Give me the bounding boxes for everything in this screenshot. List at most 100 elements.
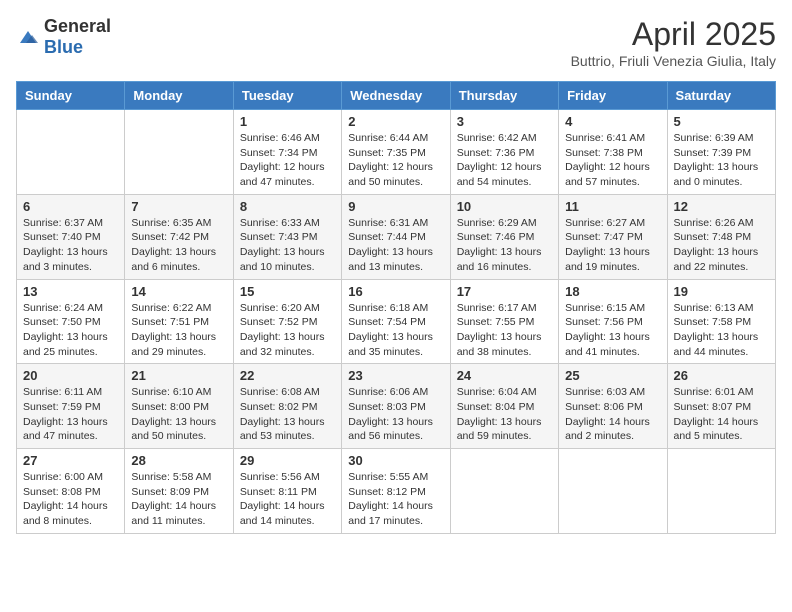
calendar-header-row: SundayMondayTuesdayWednesdayThursdayFrid…: [17, 82, 776, 110]
day-info: Sunrise: 6:15 AM Sunset: 7:56 PM Dayligh…: [565, 301, 660, 360]
calendar-week-row: 1 Sunrise: 6:46 AM Sunset: 7:34 PM Daylig…: [17, 110, 776, 195]
day-info: Sunrise: 6:24 AM Sunset: 7:50 PM Dayligh…: [23, 301, 118, 360]
day-number: 21: [131, 368, 226, 383]
day-info: Sunrise: 6:33 AM Sunset: 7:43 PM Dayligh…: [240, 216, 335, 275]
calendar-cell: 26 Sunrise: 6:01 AM Sunset: 8:07 PM Dayli…: [667, 364, 775, 449]
calendar-cell: 1 Sunrise: 6:46 AM Sunset: 7:34 PM Daylig…: [233, 110, 341, 195]
calendar-cell: [125, 110, 233, 195]
calendar-cell: 18 Sunrise: 6:15 AM Sunset: 7:56 PM Dayli…: [559, 279, 667, 364]
day-number: 13: [23, 284, 118, 299]
day-info: Sunrise: 6:17 AM Sunset: 7:55 PM Dayligh…: [457, 301, 552, 360]
calendar-cell: 20Sunrise: 6:11 AM Sunset: 7:59 PM Dayli…: [17, 364, 125, 449]
calendar-cell: 2 Sunrise: 6:44 AM Sunset: 7:35 PM Daylig…: [342, 110, 450, 195]
day-info: Sunrise: 6:13 AM Sunset: 7:58 PM Dayligh…: [674, 301, 769, 360]
day-number: 24: [457, 368, 552, 383]
calendar-cell: 19 Sunrise: 6:13 AM Sunset: 7:58 PM Dayli…: [667, 279, 775, 364]
calendar-cell: 21 Sunrise: 6:10 AM Sunset: 8:00 PM Dayli…: [125, 364, 233, 449]
day-number: 7: [131, 199, 226, 214]
calendar-cell: 11Sunrise: 6:27 AM Sunset: 7:47 PM Dayli…: [559, 194, 667, 279]
day-number: 19: [674, 284, 769, 299]
main-title: April 2025: [571, 16, 776, 53]
day-info: Sunrise: 6:00 AM Sunset: 8:08 PM Dayligh…: [23, 470, 118, 529]
day-info: Sunrise: 6:42 AM Sunset: 7:36 PM Dayligh…: [457, 131, 552, 190]
calendar-week-row: 20Sunrise: 6:11 AM Sunset: 7:59 PM Dayli…: [17, 364, 776, 449]
calendar-week-row: 27 Sunrise: 6:00 AM Sunset: 8:08 PM Dayli…: [17, 449, 776, 534]
day-info: Sunrise: 6:08 AM Sunset: 8:02 PM Dayligh…: [240, 385, 335, 444]
day-number: 1: [240, 114, 335, 129]
day-number: 30: [348, 453, 443, 468]
day-info: Sunrise: 6:27 AM Sunset: 7:47 PM Dayligh…: [565, 216, 660, 275]
day-info: Sunrise: 6:39 AM Sunset: 7:39 PM Dayligh…: [674, 131, 769, 190]
calendar-cell: 4Sunrise: 6:41 AM Sunset: 7:38 PM Daylig…: [559, 110, 667, 195]
day-number: 10: [457, 199, 552, 214]
calendar-cell: 29 Sunrise: 5:56 AM Sunset: 8:11 PM Dayli…: [233, 449, 341, 534]
day-info: Sunrise: 6:46 AM Sunset: 7:34 PM Dayligh…: [240, 131, 335, 190]
logo-blue: Blue: [44, 37, 83, 57]
day-of-week-header: Thursday: [450, 82, 558, 110]
calendar-cell: 10 Sunrise: 6:29 AM Sunset: 7:46 PM Dayli…: [450, 194, 558, 279]
day-info: Sunrise: 6:01 AM Sunset: 8:07 PM Dayligh…: [674, 385, 769, 444]
calendar-cell: 16 Sunrise: 6:18 AM Sunset: 7:54 PM Dayli…: [342, 279, 450, 364]
day-info: Sunrise: 5:58 AM Sunset: 8:09 PM Dayligh…: [131, 470, 226, 529]
day-number: 27: [23, 453, 118, 468]
calendar-cell: 5 Sunrise: 6:39 AM Sunset: 7:39 PM Daylig…: [667, 110, 775, 195]
day-info: Sunrise: 6:20 AM Sunset: 7:52 PM Dayligh…: [240, 301, 335, 360]
calendar-cell: 23Sunrise: 6:06 AM Sunset: 8:03 PM Dayli…: [342, 364, 450, 449]
logo-icon: [16, 25, 40, 49]
calendar-cell: 17 Sunrise: 6:17 AM Sunset: 7:55 PM Dayli…: [450, 279, 558, 364]
day-of-week-header: Monday: [125, 82, 233, 110]
day-number: 17: [457, 284, 552, 299]
logo: General Blue: [16, 16, 111, 58]
day-number: 14: [131, 284, 226, 299]
calendar-cell: 24 Sunrise: 6:04 AM Sunset: 8:04 PM Dayli…: [450, 364, 558, 449]
calendar-cell: 22 Sunrise: 6:08 AM Sunset: 8:02 PM Dayli…: [233, 364, 341, 449]
day-info: Sunrise: 6:10 AM Sunset: 8:00 PM Dayligh…: [131, 385, 226, 444]
day-number: 3: [457, 114, 552, 129]
day-info: Sunrise: 6:04 AM Sunset: 8:04 PM Dayligh…: [457, 385, 552, 444]
calendar-cell: 28 Sunrise: 5:58 AM Sunset: 8:09 PM Dayli…: [125, 449, 233, 534]
day-number: 29: [240, 453, 335, 468]
calendar-cell: 3 Sunrise: 6:42 AM Sunset: 7:36 PM Daylig…: [450, 110, 558, 195]
calendar-cell: 30 Sunrise: 5:55 AM Sunset: 8:12 PM Dayli…: [342, 449, 450, 534]
day-number: 9: [348, 199, 443, 214]
day-number: 5: [674, 114, 769, 129]
day-number: 16: [348, 284, 443, 299]
day-number: 2: [348, 114, 443, 129]
day-info: Sunrise: 6:37 AM Sunset: 7:40 PM Dayligh…: [23, 216, 118, 275]
day-of-week-header: Tuesday: [233, 82, 341, 110]
calendar-cell: 15 Sunrise: 6:20 AM Sunset: 7:52 PM Dayli…: [233, 279, 341, 364]
day-info: Sunrise: 6:41 AM Sunset: 7:38 PM Dayligh…: [565, 131, 660, 190]
calendar-week-row: 13 Sunrise: 6:24 AM Sunset: 7:50 PM Dayli…: [17, 279, 776, 364]
day-number: 23: [348, 368, 443, 383]
day-number: 15: [240, 284, 335, 299]
day-of-week-header: Friday: [559, 82, 667, 110]
day-info: Sunrise: 6:03 AM Sunset: 8:06 PM Dayligh…: [565, 385, 660, 444]
day-info: Sunrise: 6:18 AM Sunset: 7:54 PM Dayligh…: [348, 301, 443, 360]
day-number: 12: [674, 199, 769, 214]
day-of-week-header: Saturday: [667, 82, 775, 110]
calendar-cell: [17, 110, 125, 195]
day-number: 6: [23, 199, 118, 214]
day-number: 18: [565, 284, 660, 299]
day-number: 26: [674, 368, 769, 383]
day-info: Sunrise: 6:29 AM Sunset: 7:46 PM Dayligh…: [457, 216, 552, 275]
day-of-week-header: Wednesday: [342, 82, 450, 110]
day-number: 8: [240, 199, 335, 214]
day-info: Sunrise: 5:55 AM Sunset: 8:12 PM Dayligh…: [348, 470, 443, 529]
day-number: 20: [23, 368, 118, 383]
day-info: Sunrise: 5:56 AM Sunset: 8:11 PM Dayligh…: [240, 470, 335, 529]
day-number: 28: [131, 453, 226, 468]
calendar: SundayMondayTuesdayWednesdayThursdayFrid…: [16, 81, 776, 534]
day-of-week-header: Sunday: [17, 82, 125, 110]
calendar-cell: 8 Sunrise: 6:33 AM Sunset: 7:43 PM Daylig…: [233, 194, 341, 279]
day-number: 25: [565, 368, 660, 383]
calendar-cell: 12Sunrise: 6:26 AM Sunset: 7:48 PM Dayli…: [667, 194, 775, 279]
day-info: Sunrise: 6:22 AM Sunset: 7:51 PM Dayligh…: [131, 301, 226, 360]
logo-text: General Blue: [44, 16, 111, 58]
day-info: Sunrise: 6:44 AM Sunset: 7:35 PM Dayligh…: [348, 131, 443, 190]
day-number: 22: [240, 368, 335, 383]
calendar-cell: [559, 449, 667, 534]
calendar-cell: 13 Sunrise: 6:24 AM Sunset: 7:50 PM Dayli…: [17, 279, 125, 364]
calendar-cell: 14 Sunrise: 6:22 AM Sunset: 7:51 PM Dayli…: [125, 279, 233, 364]
logo-general: General: [44, 16, 111, 36]
